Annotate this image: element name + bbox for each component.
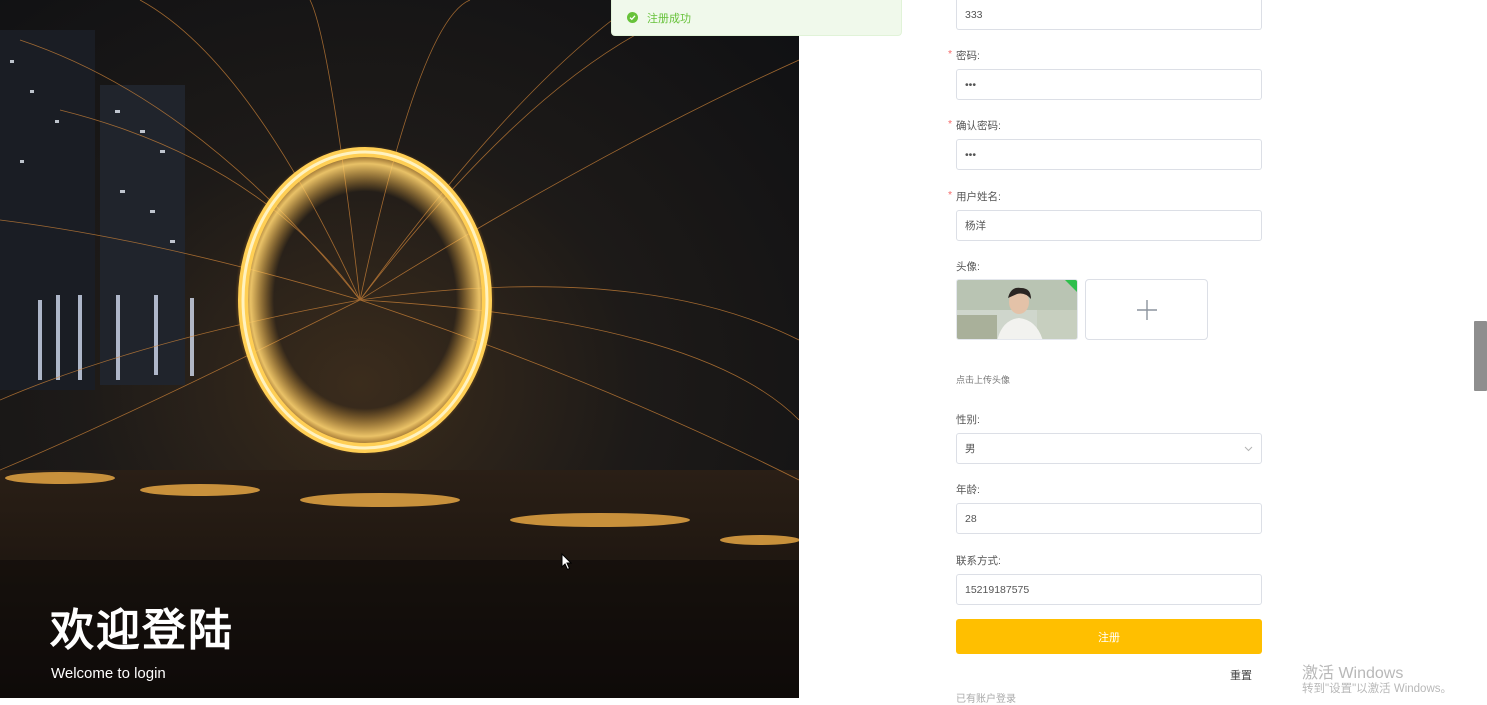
hero-title: 欢迎登陆: [50, 605, 234, 656]
success-toast: 注册成功: [611, 0, 902, 36]
gender-label: 性别:: [956, 414, 980, 426]
avatar-upload-button[interactable]: [1085, 279, 1208, 340]
real-name-input[interactable]: 杨洋: [956, 210, 1262, 241]
avatar-hint: 点击上传头像: [956, 375, 1011, 385]
confirm-password-label: * 确认密码:: [948, 118, 1001, 132]
check-circle-icon: [627, 12, 638, 23]
plus-icon: [1136, 299, 1157, 320]
hero-panel: 欢迎登陆 Welcome to login: [0, 0, 799, 698]
hero-subtitle: Welcome to login: [51, 665, 166, 682]
password-label: * 密码:: [948, 48, 980, 62]
mouse-cursor-icon: [561, 553, 573, 571]
confirm-password-input[interactable]: •••: [956, 139, 1262, 170]
age-input[interactable]: 28: [956, 503, 1262, 534]
avatar-thumbnail[interactable]: [956, 279, 1078, 340]
windows-activation-subtitle: 转到"设置"以激活 Windows。: [1302, 683, 1453, 695]
age-label: 年龄:: [956, 484, 980, 496]
gender-select[interactable]: 男: [956, 433, 1262, 464]
toast-message: 注册成功: [647, 12, 691, 25]
gender-value: 男: [965, 443, 976, 455]
chevron-down-icon: [1244, 446, 1253, 452]
register-button[interactable]: 注册: [956, 619, 1262, 654]
avatar-image: [957, 280, 1077, 339]
contact-label: 联系方式:: [956, 555, 1001, 567]
page-scrollbar-thumb[interactable]: [1474, 321, 1487, 391]
real-name-label: * 用户姓名:: [948, 189, 1001, 203]
reset-button[interactable]: 重置: [1230, 667, 1252, 683]
password-input[interactable]: •••: [956, 69, 1262, 100]
contact-input[interactable]: 15219187575: [956, 574, 1262, 605]
username-input[interactable]: 333: [956, 0, 1262, 30]
avatar-label: 头像:: [956, 261, 980, 273]
